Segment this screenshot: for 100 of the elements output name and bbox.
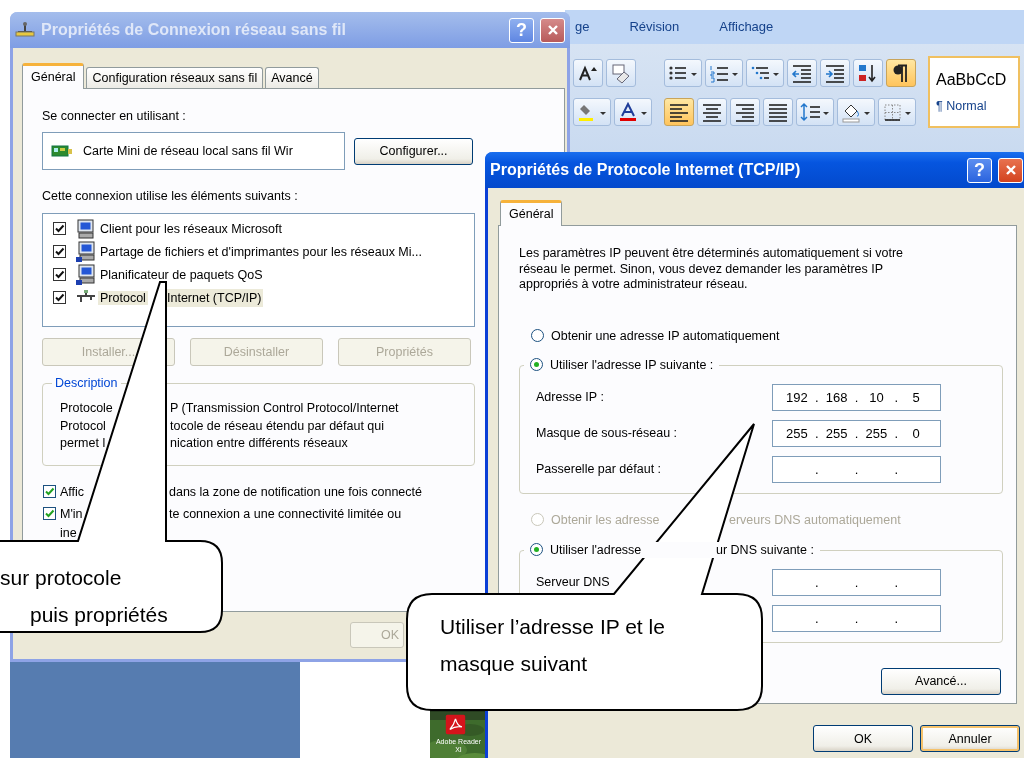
radio-button[interactable]	[531, 329, 544, 342]
checkmark-icon	[44, 486, 55, 497]
checkbox-label[interactable]: Affic	[60, 485, 85, 499]
computer-icon	[75, 263, 97, 286]
toolbar-button[interactable]	[837, 98, 875, 126]
checkbox[interactable]	[53, 268, 66, 281]
checkbox[interactable]	[53, 222, 66, 235]
toolbar-button[interactable]	[878, 98, 916, 126]
toolbar-button[interactable]	[697, 98, 727, 126]
radio-label[interactable]: Utiliser l'adresse	[550, 542, 642, 557]
align-left-icon	[668, 101, 690, 123]
list-item-label[interactable]: Protocol	[98, 290, 148, 305]
list-item-label[interactable]: Internet (TCP/IP)	[165, 288, 264, 307]
callout-text: sur protocole puis propriétés	[0, 565, 168, 628]
radio-label[interactable]: Obtenir une adresse IP automatiquement	[551, 327, 780, 344]
checkmark-icon	[54, 223, 65, 234]
field-label: Serveur DNS	[536, 575, 611, 589]
toolbar-button[interactable]	[853, 59, 883, 87]
checkmark-icon	[54, 269, 65, 280]
justify-icon	[767, 101, 789, 123]
description-text: Protocol	[60, 418, 106, 433]
radio-button[interactable]	[530, 543, 543, 556]
ip-address-field[interactable]: 192 . 168 . 10 . 5	[772, 383, 941, 411]
toolbar-button[interactable]	[886, 59, 916, 87]
style-gallery[interactable]: AaBbCcD ¶ Normal	[928, 56, 1020, 128]
window-title: Propriétés de Connexion réseau sans fil	[41, 21, 347, 39]
checkbox[interactable]	[53, 245, 66, 258]
toolbar-button[interactable]	[763, 98, 793, 126]
sort-icon	[857, 62, 879, 84]
ip-address-field[interactable]: 255 . 255 . 255 . 0	[772, 419, 941, 447]
checkmark-icon	[44, 508, 55, 519]
align-center-icon	[701, 101, 723, 123]
checkmark-icon	[54, 246, 65, 257]
intro-text: Les paramètres IP peuvent être déterminés automatiquement si votre réseau le permet. Sinon, vous devez demander les paramètres IP appropriés à votre administrateur réseau.	[519, 246, 904, 293]
checkbox-label[interactable]: dans la zone de notification une fois connecté	[169, 481, 422, 503]
list-item-label[interactable]: Planificateur de paquets QoS	[98, 265, 265, 284]
ribbon-tab[interactable]: Révision	[629, 19, 680, 35]
radio-label[interactable]: ur DNS suivante :	[716, 541, 814, 558]
section-label: Cette connexion utilise les éléments suivants :	[42, 189, 299, 204]
checkbox-label[interactable]: M'in	[60, 507, 83, 521]
list-item-label[interactable]: Client pour les réseaux Microsoft	[98, 219, 285, 238]
toolbar-button[interactable]	[664, 59, 702, 87]
window-title: Propriétés de Protocole Internet (TCP/IP)	[490, 161, 802, 179]
description-text: P (Transmission Control Protocol/Internet	[170, 400, 399, 417]
close-button[interactable]	[998, 157, 1023, 183]
line-spacing-icon	[800, 101, 830, 123]
description-text: permet l	[60, 436, 106, 450]
radio-label[interactable]: Utiliser l'adresse IP suivante :	[550, 356, 714, 373]
toolbar-button[interactable]	[746, 59, 784, 87]
checkbox-label[interactable]: ine	[60, 525, 402, 541]
checkmark-icon	[54, 292, 65, 303]
ok-button[interactable]: OK	[813, 725, 913, 752]
advanced-button[interactable]: Avancé...	[881, 667, 1001, 695]
style-sample: AaBbCcD	[936, 70, 1008, 89]
eraser-icon	[610, 62, 632, 84]
configure-button[interactable]: Configurer...	[354, 137, 473, 165]
toolbar-button[interactable]	[796, 98, 834, 126]
toolbar-button[interactable]	[820, 59, 850, 87]
decrease-indent-icon	[791, 62, 813, 84]
ip-address-field[interactable]: . . .	[772, 568, 941, 596]
tab[interactable]: Général	[500, 200, 563, 226]
close-icon	[1003, 163, 1018, 177]
list-item-label[interactable]: Partage de fichiers et d'imprimantes pour les réseaux Mi...	[98, 242, 424, 261]
network-icon	[15, 21, 35, 39]
field-label: Masque de sous-réseau :	[536, 426, 679, 440]
ip-address-field[interactable]: . . .	[772, 455, 941, 483]
ribbon-tab[interactable]: ge	[575, 19, 590, 35]
font-color-icon	[618, 101, 648, 123]
ip-address-field[interactable]: . . .	[772, 604, 941, 632]
close-icon	[545, 23, 560, 37]
borders-icon	[882, 101, 912, 123]
description-text: nication entre différents réseaux	[170, 435, 348, 452]
description-text: Protocole	[60, 401, 113, 415]
computer-icon	[75, 240, 97, 263]
radio-button[interactable]	[530, 358, 543, 371]
adapter-name: Carte Mini de réseau local sans fil Wir	[83, 144, 293, 158]
field-label: Adresse IP :	[536, 390, 605, 404]
toolbar-button[interactable]	[787, 59, 817, 87]
group-label: Description	[52, 375, 121, 391]
checkbox-label[interactable]: te connexion a une connectivité limitée ou	[169, 503, 402, 525]
toolbar-button[interactable]	[705, 59, 743, 87]
field-label: Passerelle par défaut :	[536, 462, 663, 476]
toolbar-button[interactable]	[573, 59, 603, 87]
computer-icon	[75, 217, 97, 240]
toolbar-button[interactable]	[730, 98, 760, 126]
increase-indent-icon	[824, 62, 846, 84]
help-button[interactable]: ?	[967, 157, 992, 183]
toolbar-button[interactable]	[664, 98, 694, 126]
checkbox[interactable]	[43, 507, 56, 520]
cancel-button[interactable]: Annuler	[920, 725, 1020, 752]
toolbar-button[interactable]	[614, 98, 652, 126]
align-right-icon	[734, 101, 756, 123]
section-label: Se connecter en utilisant :	[42, 109, 187, 124]
callout-text: Utiliser l’adresse IP et le masque suivant	[440, 614, 665, 677]
network-card-icon	[51, 143, 73, 159]
checkbox[interactable]	[53, 291, 66, 304]
checkbox[interactable]	[43, 485, 56, 498]
style-name: ¶ Normal	[936, 98, 988, 114]
ribbon-tab[interactable]: Affichage	[719, 19, 774, 35]
description-text: tocole de réseau étendu par défaut qui	[170, 417, 385, 435]
